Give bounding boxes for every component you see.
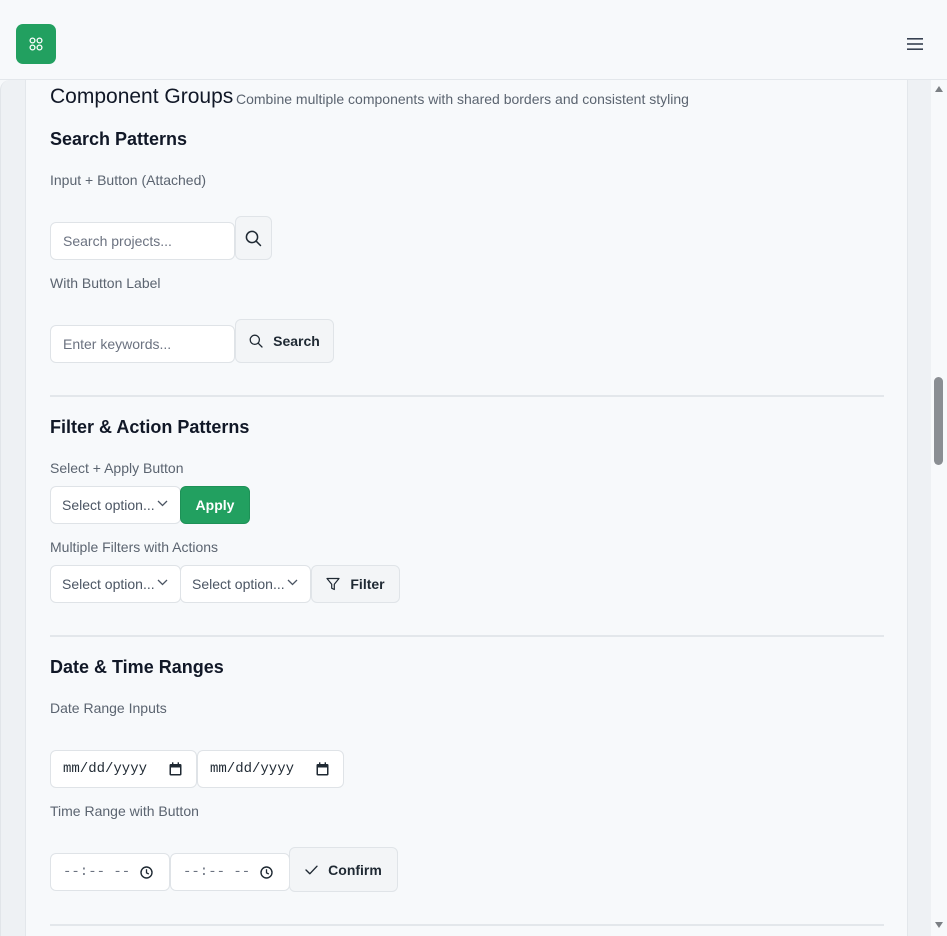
labeled-search-label: With Button Label — [50, 275, 161, 291]
filter-select-2-value: Select option... — [192, 576, 284, 592]
calendar-icon[interactable] — [316, 762, 329, 776]
grid-icon — [29, 37, 43, 51]
select-apply-label: Select + Apply Button — [50, 460, 184, 476]
keywords-input[interactable] — [50, 325, 235, 363]
clock-icon[interactable] — [260, 866, 273, 879]
apply-select-value: Select option... — [62, 497, 154, 513]
hamburger-menu-icon — [907, 38, 923, 50]
section-divider — [50, 924, 884, 926]
start-time-input[interactable]: --:-- -- — [50, 853, 170, 891]
confirm-button[interactable]: Confirm — [289, 847, 398, 892]
search-button[interactable]: Search — [235, 319, 334, 363]
search-icon-button[interactable] — [235, 216, 272, 260]
end-date-input[interactable]: mm/dd/yyyy — [197, 750, 344, 788]
content-panel: Component Groups Combine multiple compon… — [25, 80, 908, 936]
search-icon — [245, 230, 262, 246]
clock-icon[interactable] — [140, 866, 153, 879]
filter-button-label: Filter — [350, 576, 385, 592]
end-time-value: --:-- -- — [183, 864, 251, 880]
filter-icon — [326, 577, 340, 591]
chevron-down-icon — [157, 500, 168, 507]
page-subtitle: Combine multiple components with shared … — [236, 91, 689, 107]
end-date-value: mm/dd/yyyy — [210, 761, 295, 777]
app-logo[interactable] — [16, 24, 56, 64]
section-divider — [50, 635, 884, 637]
apply-select[interactable]: Select option... — [50, 486, 181, 524]
page-title: Component Groups — [50, 85, 234, 108]
filter-select-1[interactable]: Select option... — [50, 565, 181, 603]
section-divider — [50, 395, 884, 397]
start-date-value: mm/dd/yyyy — [63, 761, 148, 777]
check-icon — [305, 865, 318, 875]
end-time-input[interactable]: --:-- -- — [170, 853, 290, 891]
start-date-input[interactable]: mm/dd/yyyy — [50, 750, 197, 788]
chevron-down-icon — [287, 579, 298, 586]
search-patterns-heading: Search Patterns — [50, 129, 188, 149]
multi-filter-label: Multiple Filters with Actions — [50, 539, 219, 555]
attached-label: Input + Button (Attached) — [50, 172, 207, 188]
date-range-label: Date Range Inputs — [50, 700, 167, 716]
apply-button[interactable]: Apply — [180, 486, 250, 524]
chevron-down-icon — [157, 579, 168, 586]
calendar-icon[interactable] — [169, 762, 182, 776]
start-time-value: --:-- -- — [63, 864, 131, 880]
filter-button[interactable]: Filter — [311, 565, 400, 603]
confirm-button-label: Confirm — [328, 861, 382, 878]
vertical-scrollbar[interactable] — [931, 80, 947, 936]
filter-select-1-value: Select option... — [62, 576, 154, 592]
scroll-up-arrow-icon[interactable] — [935, 86, 943, 92]
search-projects-input[interactable] — [50, 222, 235, 260]
scroll-down-arrow-icon[interactable] — [935, 922, 943, 928]
content-frame: Component Groups Combine multiple compon… — [0, 80, 931, 936]
time-range-label: Time Range with Button — [50, 803, 199, 819]
search-button-label: Search — [273, 333, 320, 349]
filter-select-2[interactable]: Select option... — [180, 565, 311, 603]
date-time-heading: Date & Time Ranges — [50, 657, 224, 677]
search-icon — [249, 334, 263, 348]
menu-button[interactable] — [904, 34, 926, 54]
filter-patterns-heading: Filter & Action Patterns — [50, 417, 250, 437]
top-bar — [0, 0, 947, 80]
scrollbar-thumb[interactable] — [934, 377, 943, 465]
